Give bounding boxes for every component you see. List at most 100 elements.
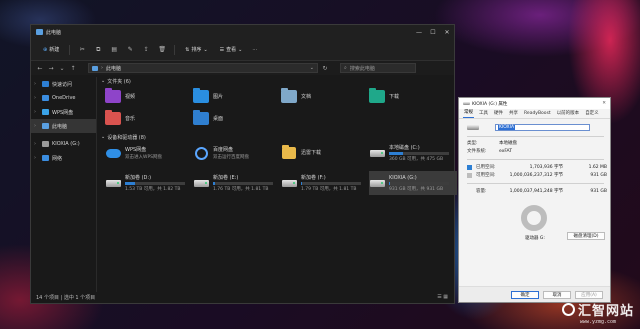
nav-item[interactable]: › KIOXIA (G:) bbox=[31, 137, 96, 151]
folder-item[interactable]: 视频 bbox=[105, 87, 193, 105]
drive-subtitle: 双击进入WPS网盘 bbox=[125, 155, 163, 160]
file-explorer-window: 此电脑 — ☐ ✕ ⊕ 新建 ✂ ⧉ ▤ ✎ ⇪ 🗑 ⇅ 排序 ⌄ ☰ 查看 ⌄ ··· … bbox=[30, 24, 457, 304]
title-bar: 此电脑 — ☐ ✕ bbox=[31, 25, 454, 39]
drives-section-header[interactable]: ⌄ 设备和驱动器 (8) bbox=[101, 133, 453, 141]
close-icon[interactable]: ✕ bbox=[602, 101, 610, 106]
folder-item[interactable]: 文档 bbox=[281, 87, 369, 105]
used-space-swatch bbox=[467, 164, 472, 170]
dialog-tab[interactable]: 共享 bbox=[508, 109, 519, 118]
drive-name: 新加卷 (D:) bbox=[125, 175, 152, 181]
drive-name: 新加卷 (F:) bbox=[301, 175, 326, 181]
recent-chevron-icon[interactable]: ⌄ bbox=[58, 65, 66, 72]
breadcrumb[interactable]: 此电脑 bbox=[106, 65, 121, 72]
more-options-button[interactable]: ··· bbox=[252, 47, 257, 53]
filesystem-label: 文件系统: bbox=[467, 149, 487, 154]
drive-item[interactable]: WPS网盘 双击进入WPS网盘 bbox=[105, 141, 193, 165]
cut-icon[interactable]: ✂ bbox=[76, 44, 88, 56]
drive-subtitle: 360 GB 可用，共 475 GB bbox=[389, 157, 444, 162]
drive-name: WPS网盘 bbox=[125, 147, 147, 153]
drive-item[interactable]: 新加卷 (D:) 1.53 TB 可用，共 1.82 TB bbox=[105, 171, 193, 195]
drive-item[interactable]: KIOXIA (G:) 931 GB 可用，共 931 GB bbox=[369, 171, 457, 195]
dialog-tab[interactable]: 自定义 bbox=[584, 109, 600, 118]
nav-item[interactable]: › 快速访问 bbox=[31, 77, 96, 91]
sort-button[interactable]: ⇅ 排序 ⌄ bbox=[181, 46, 211, 54]
this-pc-icon bbox=[92, 65, 98, 71]
used-space-row: 已用空间: 1,703,936 字节 1.62 MB bbox=[467, 164, 607, 170]
drive-item[interactable]: 新加卷 (F:) 1.79 TB 可用，共 1.81 TB bbox=[281, 171, 369, 195]
nav-item[interactable]: › OneDrive bbox=[31, 91, 96, 105]
nav-item-label: WPS网盘 bbox=[52, 109, 74, 116]
drives-header-label: 设备和驱动器 (8) bbox=[107, 134, 146, 141]
folders-header-label: 文件夹 (6) bbox=[107, 78, 131, 85]
drive-item[interactable]: 百度网盘 双击运行百度网盘 bbox=[193, 141, 281, 165]
folder-item[interactable]: 下载 bbox=[369, 87, 457, 105]
refresh-icon[interactable]: ↻ bbox=[321, 65, 329, 72]
drive-name-input[interactable]: KIOXIA bbox=[495, 124, 590, 131]
type-label: 类型: bbox=[467, 141, 478, 146]
details-view-icon[interactable]: ☰ bbox=[437, 294, 441, 300]
drive-usage-bar bbox=[125, 182, 185, 185]
type-value: 本地磁盘 bbox=[499, 141, 517, 146]
expand-chevron-icon[interactable]: › bbox=[34, 141, 39, 147]
drive-subtitle: 1.79 TB 可用，共 1.81 TB bbox=[301, 187, 357, 192]
hard-drive-icon bbox=[193, 179, 209, 187]
delete-icon[interactable]: 🗑 bbox=[156, 44, 168, 56]
folder-item[interactable]: 图片 bbox=[193, 87, 281, 105]
copy-icon[interactable]: ⧉ bbox=[92, 44, 104, 56]
back-arrow-icon[interactable]: ← bbox=[36, 65, 44, 72]
disk-cleanup-button[interactable]: 磁盘清理(D) bbox=[567, 232, 605, 240]
dialog-tab[interactable]: ReadyBoost bbox=[523, 110, 552, 118]
new-label: 新建 bbox=[49, 47, 60, 53]
new-button[interactable]: ⊕ 新建 bbox=[39, 46, 63, 54]
drive-icon bbox=[463, 102, 470, 105]
drive-item[interactable]: 本地磁盘 (C:) 360 GB 可用，共 475 GB bbox=[369, 141, 457, 165]
nav-item[interactable]: › WPS网盘 bbox=[31, 105, 96, 119]
drive-name: 迅雷下载 bbox=[301, 150, 322, 156]
maximize-icon[interactable]: ☐ bbox=[426, 29, 440, 36]
folder-item[interactable]: 桌面 bbox=[193, 109, 281, 127]
view-icon: ☰ bbox=[219, 46, 225, 53]
apply-button[interactable]: 应用(A) bbox=[575, 291, 603, 299]
status-text: 14 个项目 | 选中 1 个项目 bbox=[36, 294, 96, 301]
dialog-tab[interactable]: 以前的版本 bbox=[556, 109, 581, 118]
up-arrow-icon[interactable]: ↑ bbox=[69, 65, 77, 72]
ok-button[interactable]: 确定 bbox=[511, 291, 539, 299]
cancel-button[interactable]: 取消 bbox=[543, 291, 571, 299]
tiles-view-icon[interactable]: ▦ bbox=[443, 294, 448, 300]
expand-chevron-icon[interactable]: › bbox=[34, 95, 39, 101]
drive-subtitle: 1.53 TB 可用，共 1.82 TB bbox=[125, 187, 181, 192]
nav-item-icon bbox=[42, 95, 49, 101]
expand-chevron-icon[interactable]: › bbox=[34, 123, 39, 129]
dialog-tab[interactable]: 硬件 bbox=[493, 109, 504, 118]
forward-arrow-icon[interactable]: → bbox=[47, 65, 55, 72]
view-button[interactable]: ☰ 查看 ⌄ bbox=[216, 46, 247, 54]
drive-usage-bar bbox=[389, 181, 449, 185]
nav-item-label: 快速访问 bbox=[52, 81, 73, 88]
dialog-title-bar: KIOXIA (G:) 属性 ✕ bbox=[459, 98, 610, 109]
expand-chevron-icon[interactable]: › bbox=[34, 109, 39, 115]
share-icon[interactable]: ⇪ bbox=[140, 44, 152, 56]
close-icon[interactable]: ✕ bbox=[440, 29, 454, 36]
expand-chevron-icon[interactable]: › bbox=[34, 155, 39, 161]
folder-item[interactable]: 音乐 bbox=[105, 109, 193, 127]
watermark-logo-icon bbox=[561, 303, 575, 316]
drive-usage-bar bbox=[301, 182, 361, 185]
free-space-size: 931 GB bbox=[590, 172, 607, 178]
nav-item-label: OneDrive bbox=[52, 95, 76, 101]
drive-item[interactable]: 迅雷下载 bbox=[281, 141, 369, 165]
drive-item[interactable]: 新加卷 (E:) 1.76 TB 可用，共 1.81 TB bbox=[193, 171, 281, 195]
search-input[interactable]: ⌕ 搜索此电脑 bbox=[340, 63, 416, 73]
minimize-icon[interactable]: — bbox=[412, 29, 426, 36]
drive-name-value: KIOXIA bbox=[498, 125, 516, 130]
dialog-tab[interactable]: 工具 bbox=[478, 109, 489, 118]
nav-item[interactable]: › 网络 bbox=[31, 151, 96, 165]
rename-icon[interactable]: ✎ bbox=[124, 44, 136, 56]
expand-chevron-icon[interactable]: › bbox=[34, 81, 39, 87]
chevron-down-icon[interactable]: ⌄ bbox=[310, 65, 314, 71]
dialog-tab[interactable]: 常规 bbox=[463, 108, 474, 118]
paste-icon[interactable]: ▤ bbox=[108, 44, 120, 56]
folder-label: 文档 bbox=[301, 93, 312, 100]
folders-section-header[interactable]: ⌄ 文件夹 (6) bbox=[101, 77, 453, 85]
address-bar[interactable]: › 此电脑 ⌄ bbox=[88, 63, 318, 73]
nav-item[interactable]: › 此电脑 bbox=[31, 119, 96, 133]
